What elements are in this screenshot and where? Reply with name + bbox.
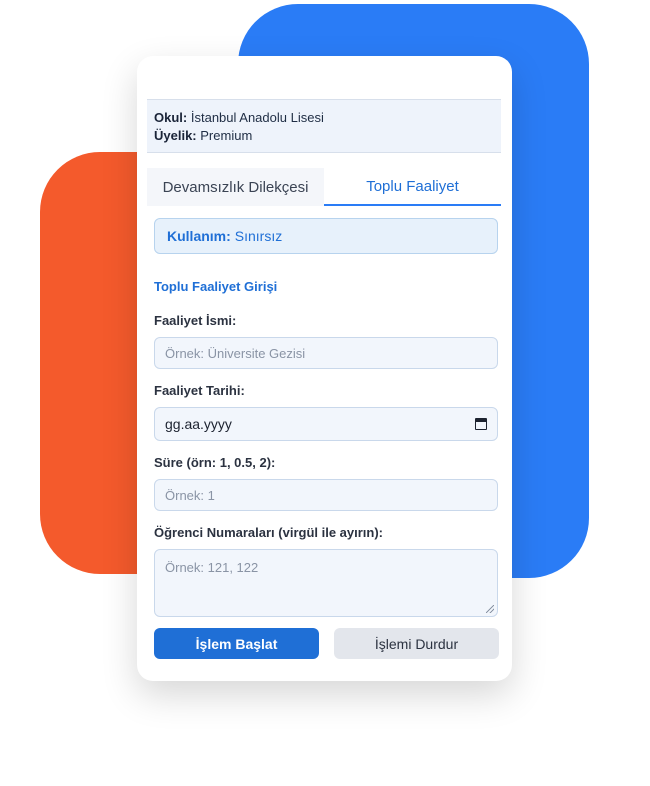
student-numbers-label: Öğrenci Numaraları (virgül ile ayırın): (154, 525, 384, 540)
activity-name-label: Faaliyet İsmi: (154, 313, 237, 328)
usage-label: Kullanım: (167, 228, 231, 244)
usage-value: Sınırsız (234, 228, 283, 244)
section-title: Toplu Faaliyet Girişi (154, 279, 278, 294)
usage-banner: Kullanım: Sınırsız (154, 218, 498, 254)
duration-label: Süre (örn: 1, 0.5, 2): (154, 455, 276, 470)
stop-process-button[interactable]: İşlemi Durdur (334, 628, 499, 659)
membership-row: Üyelik: Premium (154, 127, 494, 145)
tab-absence-petition[interactable]: Devamsızlık Dilekçesi (147, 168, 324, 206)
school-row: Okul: İstanbul Anadolu Lisesi (154, 109, 494, 127)
membership-value: Premium (200, 128, 253, 143)
activity-date-label: Faaliyet Tarihi: (154, 383, 245, 398)
activity-date-value: gg.aa.yyyy (165, 416, 232, 432)
tab-bulk-activity[interactable]: Toplu Faaliyet (324, 168, 501, 206)
info-panel: Okul: İstanbul Anadolu Lisesi Üyelik: Pr… (147, 99, 501, 153)
membership-label: Üyelik: (154, 128, 197, 143)
duration-input[interactable] (154, 479, 498, 511)
stage: Okul: İstanbul Anadolu Lisesi Üyelik: Pr… (0, 0, 650, 786)
activity-name-input[interactable] (154, 337, 498, 369)
activity-date-input[interactable]: gg.aa.yyyy (154, 407, 498, 441)
tab-bar: Devamsızlık Dilekçesi Toplu Faaliyet (147, 168, 501, 206)
student-numbers-textarea[interactable] (154, 549, 498, 617)
school-label: Okul: (154, 110, 188, 125)
app-card: Okul: İstanbul Anadolu Lisesi Üyelik: Pr… (137, 56, 512, 681)
start-process-button[interactable]: İşlem Başlat (154, 628, 319, 659)
school-value: İstanbul Anadolu Lisesi (190, 110, 324, 125)
calendar-icon[interactable] (475, 418, 487, 430)
